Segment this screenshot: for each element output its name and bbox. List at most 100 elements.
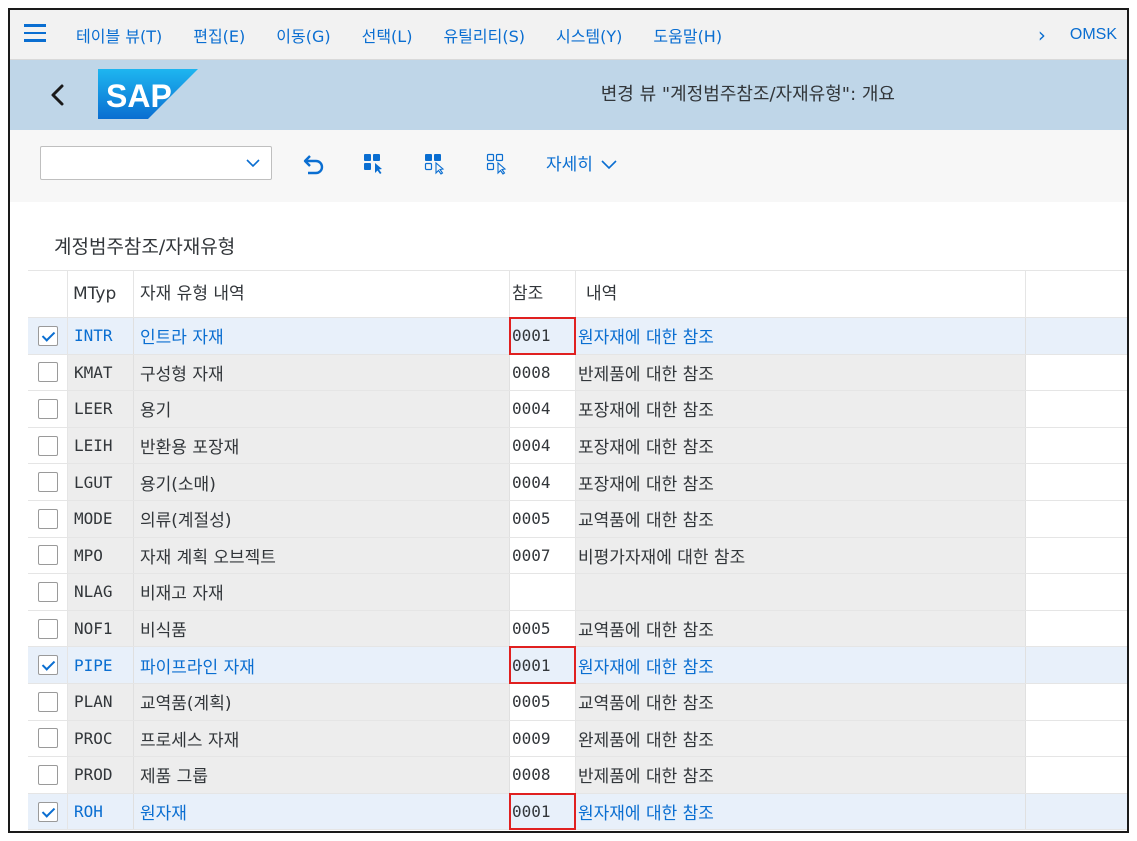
table-row[interactable]: LGUT 용기(소매) 0004 포장재에 대한 참조 — [28, 464, 1127, 501]
table-row[interactable]: LEIH 반환용 포장재 0004 포장재에 대한 참조 — [28, 427, 1127, 465]
material-type-table: MTyp 자재 유형 내역 참조 내역 INTR 인트라 자재 0001 원자재에 대… — [28, 270, 1127, 831]
row-select-cell[interactable] — [28, 464, 68, 500]
reference-input[interactable]: 0001 — [510, 318, 576, 354]
row-select-cell[interactable] — [28, 720, 68, 757]
column-header-mtyp[interactable]: MTyp — [68, 271, 134, 318]
undo-icon[interactable] — [302, 150, 326, 176]
row-checkbox[interactable] — [37, 655, 58, 676]
row-select-cell[interactable] — [28, 500, 68, 537]
reference-desc-cell: 교역품에 대한 참조 — [576, 500, 1026, 537]
reference-desc-cell: 원자재에 대한 참조 — [576, 647, 1026, 683]
row-select-cell[interactable] — [28, 354, 68, 391]
hamburger-menu-icon[interactable] — [24, 24, 46, 42]
row-checkbox[interactable] — [37, 472, 58, 493]
row-select-cell[interactable] — [28, 610, 68, 647]
row-checkbox[interactable] — [37, 545, 58, 566]
header-select-column[interactable] — [28, 271, 68, 318]
table-row[interactable]: KMAT 구성형 자재 0008 반제품에 대한 참조 — [28, 354, 1127, 392]
row-checkbox[interactable] — [37, 581, 58, 602]
row-select-cell[interactable] — [28, 537, 68, 574]
reference-desc-cell: 포장재에 대한 참조 — [576, 464, 1026, 500]
row-filler — [1026, 500, 1127, 537]
page-title: 변경 뷰 "계정범주참조/자재유형": 개요 — [600, 84, 895, 105]
row-filler — [1026, 354, 1127, 391]
row-checkbox[interactable] — [37, 801, 58, 822]
select-all-icon[interactable] — [362, 150, 386, 176]
select-block-icon[interactable] — [423, 150, 447, 176]
row-checkbox[interactable] — [37, 618, 58, 639]
reference-input[interactable]: 0005 — [510, 500, 576, 537]
row-checkbox[interactable] — [37, 728, 58, 749]
reference-input[interactable]: 0001 — [510, 647, 576, 683]
material-type-desc-cell: 파이프라인 자재 — [134, 647, 510, 683]
row-checkbox[interactable] — [37, 435, 58, 456]
reference-input[interactable]: 0001 — [510, 793, 576, 830]
material-type-cell: NOF1 — [68, 610, 134, 647]
column-header-material-type-desc[interactable]: 자재 유형 내역 — [134, 271, 510, 318]
row-select-cell[interactable] — [28, 574, 68, 610]
table-row[interactable]: NLAG 비재고 자재 — [28, 574, 1127, 611]
row-filler — [1026, 757, 1127, 793]
menu-item-system[interactable]: 시스템(Y) — [556, 23, 622, 47]
table-row[interactable]: INTR 인트라 자재 0001 원자재에 대한 참조 — [28, 317, 1127, 355]
reference-input[interactable]: 0009 — [510, 720, 576, 757]
reference-input[interactable]: 0005 — [510, 683, 576, 720]
row-select-cell[interactable] — [28, 683, 68, 720]
reference-input[interactable] — [510, 574, 576, 610]
row-checkbox[interactable] — [37, 325, 58, 346]
chevron-down-icon — [601, 160, 617, 170]
material-type-cell: MODE — [68, 500, 134, 537]
menu-item-table-view[interactable]: 테이블 뷰(T) — [76, 23, 162, 47]
reference-input[interactable]: 0005 — [510, 610, 576, 647]
reference-input[interactable]: 0008 — [510, 354, 576, 391]
deselect-all-icon[interactable] — [485, 150, 509, 176]
table-row[interactable]: PROC 프로세스 자재 0009 완제품에 대한 참조 — [28, 720, 1127, 758]
row-checkbox[interactable] — [37, 398, 58, 419]
table-row[interactable]: PROD 제품 그룹 0008 반제품에 대한 참조 — [28, 757, 1127, 794]
column-header-reference-desc[interactable]: 내역 — [576, 271, 1026, 318]
row-select-cell[interactable] — [28, 318, 68, 354]
reference-input[interactable]: 0008 — [510, 757, 576, 793]
row-select-cell[interactable] — [28, 793, 68, 830]
row-select-cell[interactable] — [28, 647, 68, 683]
material-type-desc-cell: 교역품(계획) — [134, 683, 510, 720]
row-checkbox[interactable] — [37, 508, 58, 529]
table-row[interactable]: MPO 자재 계획 오브젝트 0007 비평가자재에 대한 참조 — [28, 537, 1127, 575]
table-row[interactable]: ROH 원자재 0001 원자재에 대한 참조 — [28, 792, 1127, 831]
reference-input[interactable]: 0004 — [510, 391, 576, 427]
reference-input[interactable]: 0004 — [510, 464, 576, 500]
material-type-desc-cell: 프로세스 자재 — [134, 720, 510, 757]
table-row[interactable]: PLAN 교역품(계획) 0005 교역품에 대한 참조 — [28, 683, 1127, 721]
menu-item-goto[interactable]: 이동(G) — [276, 23, 330, 47]
reference-input[interactable]: 0004 — [510, 427, 576, 464]
command-field-select[interactable] — [40, 146, 272, 180]
row-filler — [1026, 720, 1127, 757]
more-button[interactable]: 자세히 — [546, 150, 618, 175]
chevron-right-icon[interactable]: › — [1038, 23, 1046, 47]
row-select-cell[interactable] — [28, 427, 68, 464]
material-type-cell: PIPE — [68, 647, 134, 683]
reference-input[interactable]: 0007 — [510, 537, 576, 574]
menu-item-selection[interactable]: 선택(L) — [362, 23, 413, 47]
material-type-desc-cell: 비식품 — [134, 610, 510, 647]
row-filler — [1026, 683, 1127, 720]
menu-item-edit[interactable]: 편집(E) — [193, 23, 245, 47]
menu-item-utilities[interactable]: 유틸리티(S) — [443, 23, 525, 47]
row-checkbox[interactable] — [37, 362, 58, 383]
row-filler — [1026, 537, 1127, 574]
table-body: INTR 인트라 자재 0001 원자재에 대한 참조 KMAT 구성형 자재 0008 반제… — [28, 317, 1127, 831]
table-row[interactable]: PIPE 파이프라인 자재 0001 원자재에 대한 참조 — [28, 646, 1127, 684]
column-header-reference[interactable]: 참조 — [510, 271, 576, 318]
menu-item-help[interactable]: 도움말(H) — [653, 23, 722, 47]
row-select-cell[interactable] — [28, 391, 68, 427]
table-row[interactable]: NOF1 비식품 0005 교역품에 대한 참조 — [28, 610, 1127, 648]
row-checkbox[interactable] — [37, 764, 58, 785]
table-row[interactable]: MODE 의류(계절성) 0005 교역품에 대한 참조 — [28, 500, 1127, 538]
reference-desc-cell: 교역품에 대한 참조 — [576, 683, 1026, 720]
row-select-cell[interactable] — [28, 757, 68, 793]
row-checkbox[interactable] — [37, 691, 58, 712]
table-row[interactable]: LEER 용기 0004 포장재에 대한 참조 — [28, 391, 1127, 428]
material-type-cell: LGUT — [68, 464, 134, 500]
transaction-code: OMSK — [1069, 26, 1117, 43]
material-type-cell: PLAN — [68, 683, 134, 720]
